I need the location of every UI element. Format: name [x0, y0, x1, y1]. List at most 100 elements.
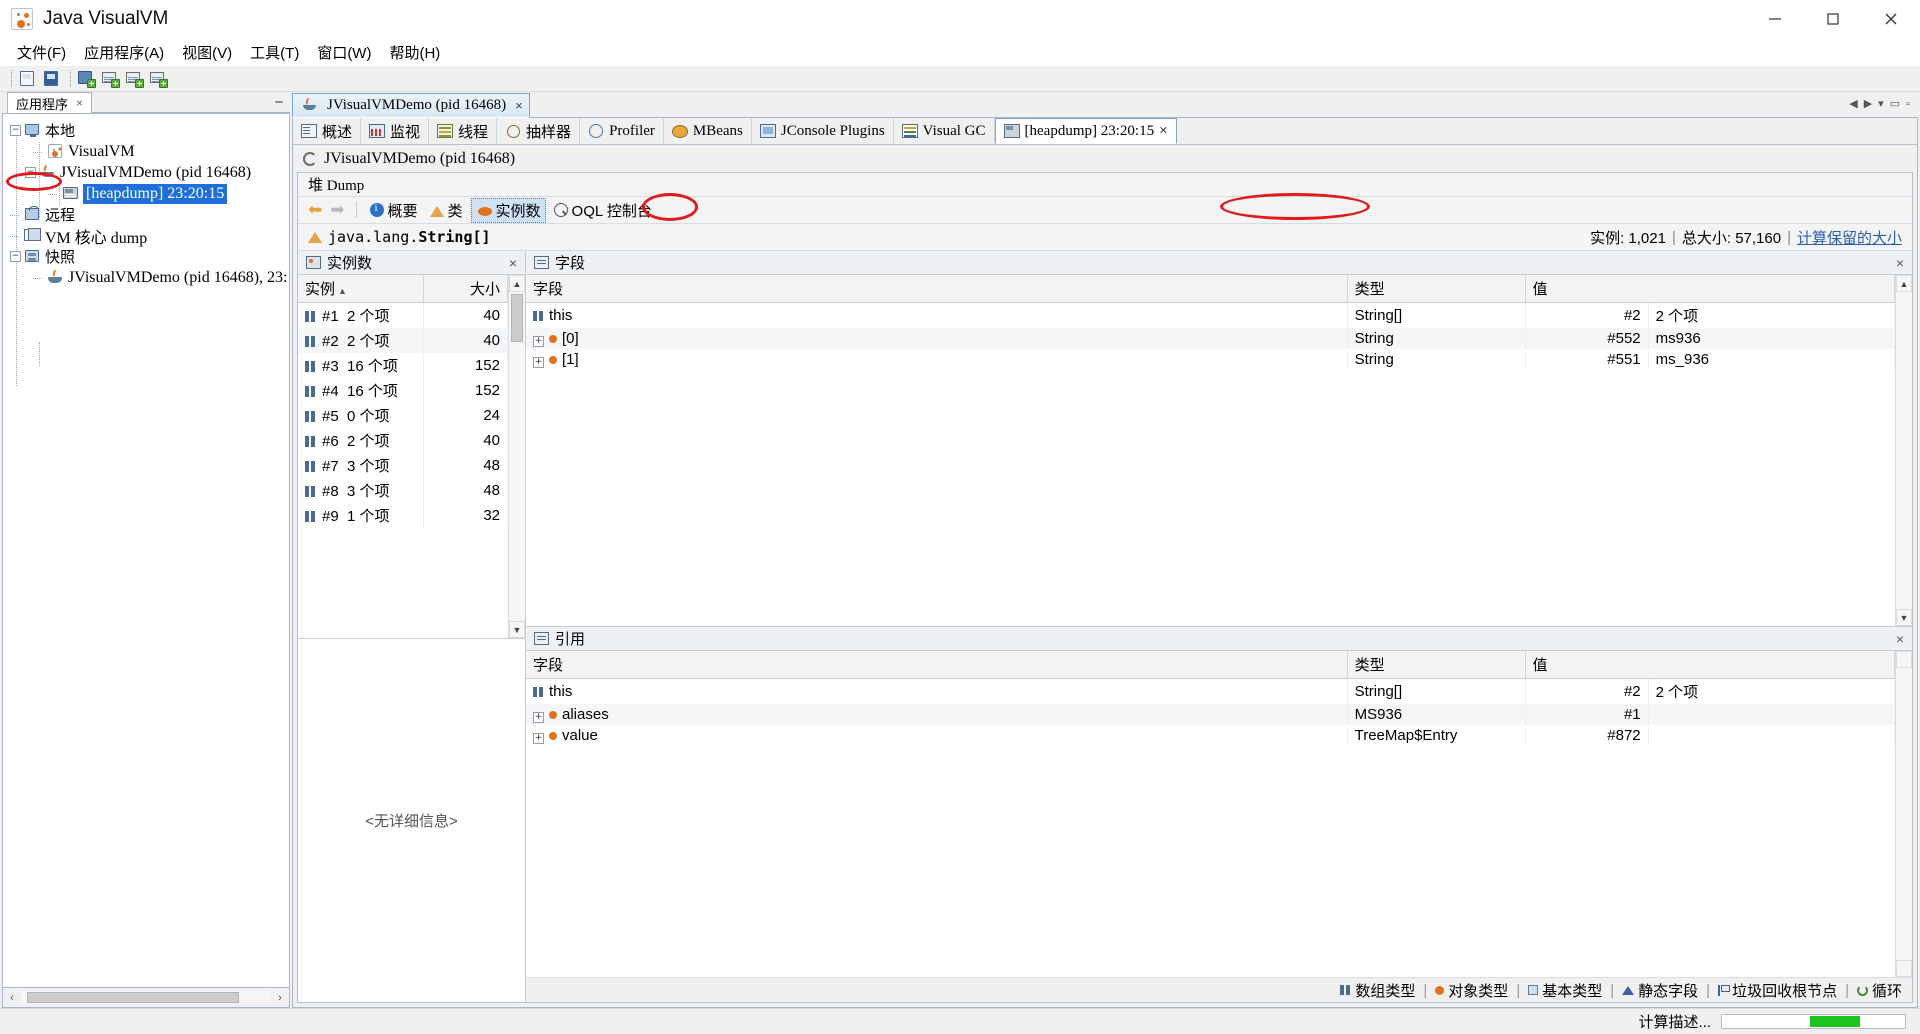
- instances-vertical-scrollbar[interactable]: ▲ ▼: [508, 275, 525, 638]
- menu-tools[interactable]: 工具(T): [241, 39, 308, 66]
- doc-minimize-icon[interactable]: ▭: [1890, 97, 1900, 110]
- tab-heapdump[interactable]: [heapdump] 23:20:15 ×: [994, 118, 1177, 144]
- table-row[interactable]: #7 3 个项 48: [298, 453, 508, 478]
- table-row[interactable]: #8 3 个项 48: [298, 478, 508, 503]
- tab-mbeans[interactable]: MBeans: [664, 118, 752, 144]
- doc-prev-icon[interactable]: ◀: [1849, 97, 1857, 110]
- scroll-thumb[interactable]: [511, 294, 523, 342]
- tree-item-snapshot-entry[interactable]: JVisualVMDemo (pid 16468), 23:19: [3, 267, 289, 288]
- tab-applications[interactable]: 应用程序 ×: [7, 92, 93, 113]
- scroll-down-button[interactable]: [1896, 960, 1912, 977]
- column-value[interactable]: 值: [1525, 275, 1895, 303]
- column-type[interactable]: 类型: [1347, 275, 1526, 303]
- column-value[interactable]: 值: [1525, 651, 1895, 679]
- expander-icon[interactable]: +: [533, 357, 544, 368]
- table-row[interactable]: #9 1 个项 32: [298, 503, 508, 528]
- doc-next-icon[interactable]: ▶: [1864, 97, 1872, 110]
- add-jstatd-icon[interactable]: [124, 69, 146, 89]
- doc-maximize-icon[interactable]: ▫: [1906, 98, 1910, 110]
- tab-heapdump-close[interactable]: ×: [1159, 123, 1167, 140]
- scroll-down-button[interactable]: ▼: [509, 621, 525, 638]
- expander-snapshots[interactable]: −: [10, 251, 21, 262]
- table-row[interactable]: #6 2 个项 40: [298, 428, 508, 453]
- scroll-left-arrow[interactable]: ‹: [3, 992, 21, 1004]
- menu-window[interactable]: 窗口(W): [308, 39, 380, 66]
- table-row[interactable]: #2 2 个项 40: [298, 328, 508, 353]
- column-field[interactable]: 字段: [526, 275, 1348, 303]
- menu-file[interactable]: 文件(F): [8, 39, 75, 66]
- close-icon[interactable]: [1862, 0, 1920, 38]
- fields-vertical-scrollbar[interactable]: ▲ ▼: [1895, 275, 1912, 626]
- nav-instances[interactable]: 实例数: [470, 197, 546, 223]
- table-row[interactable]: + aliases MS936 #1: [526, 704, 1896, 725]
- expander-icon[interactable]: +: [533, 336, 544, 347]
- scroll-up-button[interactable]: ▲: [509, 275, 525, 292]
- scroll-track[interactable]: [21, 991, 271, 1004]
- table-row[interactable]: + [1] String #551 ms_936: [526, 349, 1896, 370]
- add-application-icon[interactable]: [148, 69, 170, 89]
- expander-icon[interactable]: +: [533, 712, 544, 723]
- nav-summary[interactable]: 概要: [366, 199, 422, 222]
- document-tab-jvisualvmdemo[interactable]: JVisualVMDemo (pid 16468) ×: [292, 93, 530, 118]
- nav-oql-console[interactable]: OQL 控制台: [550, 199, 656, 222]
- back-arrow-icon[interactable]: ⬅: [306, 200, 324, 220]
- references-panel-close[interactable]: ×: [1896, 631, 1904, 647]
- minimize-icon[interactable]: [1746, 0, 1804, 38]
- tree-item-jvisualvmdemo[interactable]: − JVisualVMDemo (pid 16468): [3, 162, 289, 183]
- applications-tree[interactable]: − 本地 VisualVM − JVisualVMDemo (pid 16468…: [2, 114, 290, 988]
- table-row[interactable]: #3 16 个项 152: [298, 353, 508, 378]
- doc-list-icon[interactable]: ▾: [1878, 97, 1884, 110]
- column-field[interactable]: 字段: [526, 651, 1348, 679]
- scroll-track[interactable]: [509, 292, 525, 621]
- compute-retained-size-link[interactable]: 计算保留的大小: [1797, 227, 1902, 248]
- table-row[interactable]: this String[] #2 2 个项: [526, 302, 1896, 328]
- tab-jconsole-plugins[interactable]: JConsole Plugins: [752, 118, 894, 144]
- tree-item-heapdump[interactable]: [heapdump] 23:20:15: [3, 183, 289, 204]
- column-instance[interactable]: 实例 ▲: [298, 275, 425, 303]
- scroll-down-button[interactable]: ▼: [1896, 609, 1912, 626]
- instances-panel-close[interactable]: ×: [509, 255, 517, 271]
- panel-minimize-button[interactable]: −: [268, 92, 290, 113]
- tab-sampler[interactable]: 抽样器: [497, 118, 581, 144]
- table-row[interactable]: #1 2 个项 40: [298, 302, 508, 328]
- tree-item-visualvm[interactable]: VisualVM: [3, 141, 289, 162]
- column-size[interactable]: 大小: [423, 275, 508, 303]
- menu-view[interactable]: 视图(V): [173, 39, 241, 66]
- column-type[interactable]: 类型: [1347, 651, 1526, 679]
- table-row[interactable]: #5 0 个项 24: [298, 403, 508, 428]
- menu-applications[interactable]: 应用程序(A): [75, 39, 173, 66]
- tree-item-snapshots[interactable]: − 快照: [3, 246, 289, 267]
- save-snapshot-icon[interactable]: [41, 69, 63, 89]
- scroll-up-button[interactable]: [1896, 651, 1912, 668]
- references-vertical-scrollbar[interactable]: [1895, 651, 1912, 977]
- add-remote-host-icon[interactable]: [100, 69, 122, 89]
- scroll-thumb[interactable]: [27, 992, 239, 1003]
- tab-monitor[interactable]: 监视: [361, 118, 430, 144]
- table-row[interactable]: #4 16 个项 152: [298, 378, 508, 403]
- table-row[interactable]: + [0] String #552 ms936: [526, 328, 1896, 349]
- nav-classes[interactable]: 类: [426, 199, 467, 222]
- expander-icon[interactable]: +: [533, 733, 544, 744]
- scroll-up-button[interactable]: ▲: [1896, 275, 1912, 292]
- maximize-icon[interactable]: [1804, 0, 1862, 38]
- menu-help[interactable]: 帮助(H): [380, 39, 449, 66]
- expander-jvisualvmdemo[interactable]: −: [25, 167, 36, 178]
- document-tab-close[interactable]: ×: [515, 98, 523, 113]
- tree-item-remote[interactable]: 远程: [3, 204, 289, 225]
- tree-item-vm-core-dump[interactable]: VM 核心 dump: [3, 225, 289, 247]
- fields-panel-close[interactable]: ×: [1896, 255, 1904, 271]
- tab-applications-close[interactable]: ×: [76, 96, 83, 110]
- scroll-track[interactable]: [1896, 668, 1912, 960]
- tree-item-local[interactable]: − 本地: [3, 120, 289, 141]
- scroll-track[interactable]: [1896, 292, 1912, 609]
- tab-profiler[interactable]: Profiler: [580, 118, 664, 144]
- table-row[interactable]: + value TreeMap$Entry #872: [526, 725, 1896, 746]
- tab-overview[interactable]: 概述: [293, 118, 362, 144]
- scroll-right-arrow[interactable]: ›: [271, 992, 289, 1004]
- forward-arrow-icon[interactable]: ➡: [328, 200, 346, 220]
- expander-local[interactable]: −: [10, 125, 21, 136]
- table-row[interactable]: this String[] #2 2 个项: [526, 678, 1896, 704]
- tab-visual-gc[interactable]: Visual GC: [894, 118, 995, 144]
- add-jmx-connection-icon[interactable]: [76, 69, 98, 89]
- open-snapshot-icon[interactable]: [17, 69, 39, 89]
